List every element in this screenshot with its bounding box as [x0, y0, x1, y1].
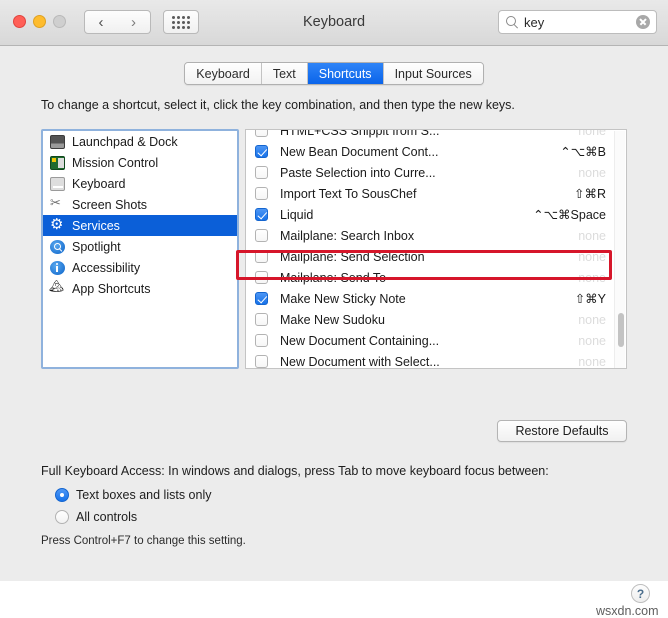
table-row[interactable]: Make New Sudoku none [246, 309, 626, 330]
radio-text-boxes-and-lists-only[interactable]: Text boxes and lists only [55, 488, 212, 502]
radio-label: All controls [76, 510, 138, 524]
shortcut-label: Import Text To SousChef [280, 186, 417, 201]
sidebar-item-label: Screen Shots [72, 197, 148, 212]
table-row[interactable]: Mailplane: Send Selection none [246, 246, 626, 267]
tab-text[interactable]: Text [261, 63, 308, 84]
shortcut-checkbox[interactable] [255, 355, 268, 368]
shortcut-list-scrollbar[interactable] [614, 131, 625, 368]
shortcut-label: Mailplane: Send To [280, 270, 387, 285]
table-row[interactable]: New Document Containing... none [246, 330, 626, 351]
radio-button-icon[interactable] [55, 488, 69, 502]
keyboard-preferences-window: ‹ › Keyboard key Keyboard Text Shortcuts… [0, 0, 668, 618]
sidebar-item-label: Mission Control [72, 155, 159, 170]
table-row[interactable]: Paste Selection into Curre... none [246, 162, 626, 183]
table-row[interactable]: New Bean Document Cont... ⌃⌥⌘B [246, 141, 626, 162]
sidebar-item-label: Keyboard [72, 176, 126, 191]
search-icon [505, 15, 519, 29]
sidebar-item-label: Spotlight [72, 239, 121, 254]
help-button[interactable]: ? [631, 584, 650, 603]
sidebar-item-accessibility[interactable]: Accessibility [43, 257, 237, 278]
search-input[interactable]: key [524, 15, 636, 30]
shortcut-checkbox[interactable] [255, 313, 268, 326]
watermark-text: wsxdn.com [596, 604, 659, 618]
screenshots-icon [50, 195, 65, 212]
tab-input-sources[interactable]: Input Sources [383, 63, 483, 84]
table-row[interactable]: HTML+CSS Snippit from S... none [246, 129, 626, 141]
app-shortcuts-icon [49, 279, 65, 296]
shortcut-category-list[interactable]: Launchpad & Dock Mission Control Keyboar… [41, 129, 239, 369]
table-row[interactable]: Import Text To SousChef ⇧⌘R [246, 183, 626, 204]
shortcut-list[interactable]: HTML+CSS Snippit from S... none New Bean… [245, 129, 627, 369]
search-field[interactable]: key [498, 10, 657, 34]
services-gear-icon [50, 215, 65, 233]
table-row[interactable]: Make New Sticky Note ⇧⌘Y [246, 288, 626, 309]
window-titlebar: ‹ › Keyboard key [0, 0, 668, 46]
sidebar-item-label: App Shortcuts [72, 281, 151, 296]
shortcut-label: New Bean Document Cont... [280, 144, 439, 159]
instruction-text: To change a shortcut, select it, click t… [41, 98, 515, 112]
tab-keyboard[interactable]: Keyboard [185, 63, 262, 84]
spotlight-icon [50, 239, 65, 254]
launchpad-dock-icon [50, 134, 65, 149]
full-keyboard-access-label: Full Keyboard Access: In windows and dia… [41, 464, 549, 478]
shortcut-checkbox[interactable] [255, 166, 268, 179]
shortcut-label: Make New Sudoku [280, 312, 385, 327]
shortcut-label: Paste Selection into Curre... [280, 165, 436, 180]
sidebar-item-label: Launchpad & Dock [72, 134, 178, 149]
shortcut-checkbox[interactable] [255, 145, 268, 158]
sidebar-item-services[interactable]: Services [43, 215, 237, 236]
shortcut-label: Make New Sticky Note [280, 291, 406, 306]
radio-all-controls[interactable]: All controls [55, 510, 137, 524]
sidebar-item-label: Accessibility [72, 260, 141, 275]
sidebar-item-screen-shots[interactable]: Screen Shots [43, 194, 237, 215]
shortcut-label: Mailplane: Search Inbox [280, 228, 415, 243]
shortcut-label: Mailplane: Send Selection [280, 249, 425, 264]
shortcut-checkbox[interactable] [255, 130, 268, 137]
sidebar-item-launchpad-dock[interactable]: Launchpad & Dock [43, 131, 237, 152]
table-row[interactable]: Mailplane: Send To none [246, 267, 626, 288]
accessibility-icon [50, 260, 65, 275]
shortcut-key[interactable]: ⌃⌥⌘Space [533, 207, 626, 222]
tab-bar: Keyboard Text Shortcuts Input Sources [0, 62, 668, 85]
shortcut-label: HTML+CSS Snippit from S... [280, 129, 440, 138]
shortcut-checkbox[interactable] [255, 229, 268, 242]
clear-search-icon[interactable] [636, 15, 650, 29]
shortcut-label: New Document with Select... [280, 354, 440, 369]
sidebar-item-label: Services [72, 218, 120, 233]
radio-button-icon[interactable] [55, 510, 69, 524]
sidebar-item-keyboard[interactable]: Keyboard [43, 173, 237, 194]
table-row-liquid[interactable]: Liquid ⌃⌥⌘Space [246, 204, 626, 225]
preferences-body: Keyboard Text Shortcuts Input Sources To… [0, 46, 668, 618]
table-row[interactable]: New Document with Select... none [246, 351, 626, 369]
shortcut-checkbox[interactable] [255, 187, 268, 200]
sidebar-item-spotlight[interactable]: Spotlight [43, 236, 237, 257]
sidebar-item-mission-control[interactable]: Mission Control [43, 152, 237, 173]
shortcut-label: New Document Containing... [280, 333, 440, 348]
shortcut-checkbox[interactable] [255, 271, 268, 284]
mission-control-icon [50, 155, 65, 170]
shortcut-checkbox[interactable] [255, 292, 268, 305]
keyboard-access-hint: Press Control+F7 to change this setting. [41, 535, 246, 547]
tab-shortcuts[interactable]: Shortcuts [307, 63, 384, 84]
table-row[interactable]: Mailplane: Search Inbox none [246, 225, 626, 246]
shortcut-checkbox[interactable] [255, 334, 268, 347]
shortcut-label: Liquid [280, 207, 314, 222]
radio-label: Text boxes and lists only [76, 488, 212, 502]
shortcut-checkbox[interactable] [255, 208, 268, 221]
keyboard-icon [50, 176, 65, 191]
shortcut-checkbox[interactable] [255, 250, 268, 263]
tab-group: Keyboard Text Shortcuts Input Sources [184, 62, 484, 85]
sidebar-item-app-shortcuts[interactable]: App Shortcuts [43, 278, 237, 299]
restore-defaults-button[interactable]: Restore Defaults [497, 420, 627, 442]
scrollbar-thumb[interactable] [617, 313, 624, 347]
